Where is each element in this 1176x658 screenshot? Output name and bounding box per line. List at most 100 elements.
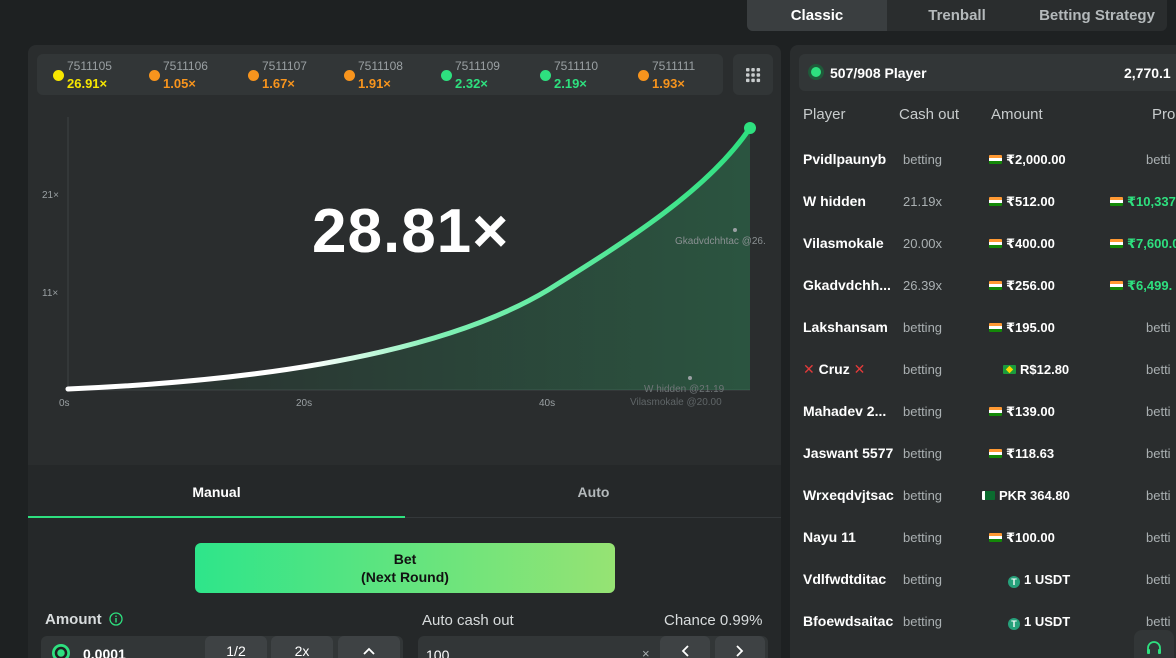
player-name: Gkadvdchh...	[803, 277, 891, 293]
player-row[interactable]: Wrxeqdvjtsac betting PKR 364.80 betti	[803, 487, 1176, 507]
player-profit: betti	[1146, 614, 1171, 629]
player-amount: ₹512.00	[989, 194, 1055, 210]
flag-icon	[989, 323, 1002, 332]
headset-icon	[1147, 641, 1161, 654]
player-amount: R$12.80	[1003, 362, 1069, 377]
player-profit: betti	[1146, 572, 1171, 587]
tab-trenball[interactable]: Trenball	[887, 0, 1027, 31]
player-row[interactable]: Bfoewdsaitac betting T 1 USDT betti	[803, 613, 1176, 633]
player-profit: betti	[1146, 320, 1171, 335]
player-name: Jaswant 5577	[803, 445, 894, 461]
player-row[interactable]: Vdlfwdtditac betting T 1 USDT betti	[803, 571, 1176, 591]
cashout-label: Vilasmokale @20.00	[630, 397, 722, 408]
player-row[interactable]: Gkadvdchh... 26.39x ₹256.00 ₹6,499.	[803, 277, 1176, 297]
player-profit: ₹10,337.	[1110, 194, 1176, 210]
player-cashout: betting	[903, 572, 943, 587]
player-profit: betti	[1146, 362, 1171, 377]
player-amount: ₹2,000.00	[989, 152, 1066, 168]
player-count: 507/908 Player	[830, 65, 927, 81]
col-header-amount: Amount	[991, 106, 1043, 123]
y-tick-label: 11×	[42, 288, 58, 299]
amount-expand-button[interactable]	[338, 636, 400, 658]
player-row[interactable]: Mahadev 2... betting ₹139.00 betti	[803, 403, 1176, 423]
player-row[interactable]: Pvidlpaunyb betting ₹2,000.00 betti	[803, 151, 1176, 171]
history-dot	[248, 70, 259, 81]
player-name: Mahadev 2...	[803, 403, 887, 419]
history-multiplier: 26.91×	[67, 76, 108, 91]
history-round-id: 7511109	[455, 59, 500, 73]
half-label: 1/2	[226, 643, 246, 658]
clear-icon[interactable]: ×	[642, 646, 650, 658]
usdt-icon: T	[1008, 576, 1020, 588]
player-name: Lakshansam	[803, 319, 888, 335]
bet-button[interactable]: Bet (Next Round)	[195, 543, 615, 593]
player-cashout: 20.00x	[903, 236, 943, 251]
player-cashout: betting	[903, 488, 943, 503]
player-cashout: betting	[903, 530, 943, 545]
history-multiplier: 1.91×	[358, 76, 391, 91]
tab-auto[interactable]: Auto	[405, 465, 782, 518]
flag-icon	[1003, 365, 1016, 374]
cashout-increase-button[interactable]	[715, 636, 765, 658]
flag-icon	[989, 281, 1002, 290]
history-round-id: 7511105	[67, 59, 112, 73]
history-dot	[149, 70, 160, 81]
player-amount: ₹139.00	[989, 404, 1055, 420]
history-dot	[344, 70, 355, 81]
bet-button-label: Bet	[393, 551, 417, 567]
player-amount: ₹256.00	[989, 278, 1055, 294]
half-amount-button[interactable]: 1/2	[205, 636, 267, 658]
players-panel	[790, 45, 1176, 658]
online-status-dot	[811, 67, 821, 77]
player-name: Vdlfwdtditac	[803, 571, 887, 587]
player-amount: T1 USDT	[1008, 614, 1070, 630]
grid-icon	[746, 67, 761, 82]
player-name: ✕ Cruz ✕	[803, 361, 866, 377]
cross-icon: ✕	[853, 361, 866, 377]
player-cashout: 26.39x	[903, 278, 943, 293]
round-history-bar: 7511105 26.91× 7511106 1.05× 7511107 1.6…	[37, 54, 723, 95]
player-row[interactable]: Jaswant 5577 betting ₹118.63 betti	[803, 445, 1176, 465]
player-cashout: betting	[903, 404, 943, 419]
flag-icon	[989, 197, 1002, 206]
flag-icon	[1110, 239, 1123, 248]
current-multiplier: 28.81×	[312, 197, 510, 266]
curve-head-dot	[744, 122, 756, 134]
player-name: Wrxeqdvjtsac	[803, 487, 894, 503]
history-dot	[53, 70, 64, 81]
player-name: Vilasmokale	[803, 235, 884, 251]
cashout-decrease-button[interactable]	[660, 636, 710, 658]
player-profit: betti	[1146, 152, 1171, 167]
player-profit: betti	[1146, 530, 1171, 545]
chance-label: Chance 0.99%	[664, 612, 763, 629]
player-cashout: betting	[903, 152, 943, 167]
player-row[interactable]: ✕ Cruz ✕ betting R$12.80 betti	[803, 361, 1176, 381]
tab-betting-strategy[interactable]: Betting Strategy	[1027, 0, 1167, 31]
bet-mode-tabs: Manual Auto	[28, 465, 781, 518]
flag-icon	[989, 407, 1002, 416]
cross-icon: ✕	[803, 361, 815, 377]
player-amount: ₹118.63	[989, 446, 1054, 462]
player-cashout: betting	[903, 446, 943, 461]
history-grid-button[interactable]	[733, 54, 773, 95]
player-amount: ₹400.00	[989, 236, 1055, 252]
tab-classic[interactable]: Classic	[747, 0, 887, 31]
double-amount-button[interactable]: 2x	[271, 636, 333, 658]
player-name: W hidden	[803, 193, 866, 209]
chevron-left-icon	[681, 645, 689, 657]
x-tick-label: 0s	[59, 398, 70, 409]
support-button[interactable]	[1134, 630, 1174, 658]
usdt-icon: T	[1008, 618, 1020, 630]
player-row[interactable]: Lakshansam betting ₹195.00 betti	[803, 319, 1176, 339]
history-dot	[441, 70, 452, 81]
player-row[interactable]: Nayu 11 betting ₹100.00 betti	[803, 529, 1176, 549]
player-row[interactable]: W hidden 21.19x ₹512.00 ₹10,337.	[803, 193, 1176, 213]
history-dot	[638, 70, 649, 81]
history-multiplier: 1.93×	[652, 76, 685, 91]
history-round-id: 7511106	[163, 59, 208, 73]
game-mode-tabs: Classic Trenball Betting Strategy	[747, 0, 1167, 31]
tab-manual[interactable]: Manual	[28, 465, 405, 518]
info-icon[interactable]	[109, 612, 123, 626]
flag-icon	[989, 533, 1002, 542]
player-row[interactable]: Vilasmokale 20.00x ₹400.00 ₹7,600.0	[803, 235, 1176, 255]
